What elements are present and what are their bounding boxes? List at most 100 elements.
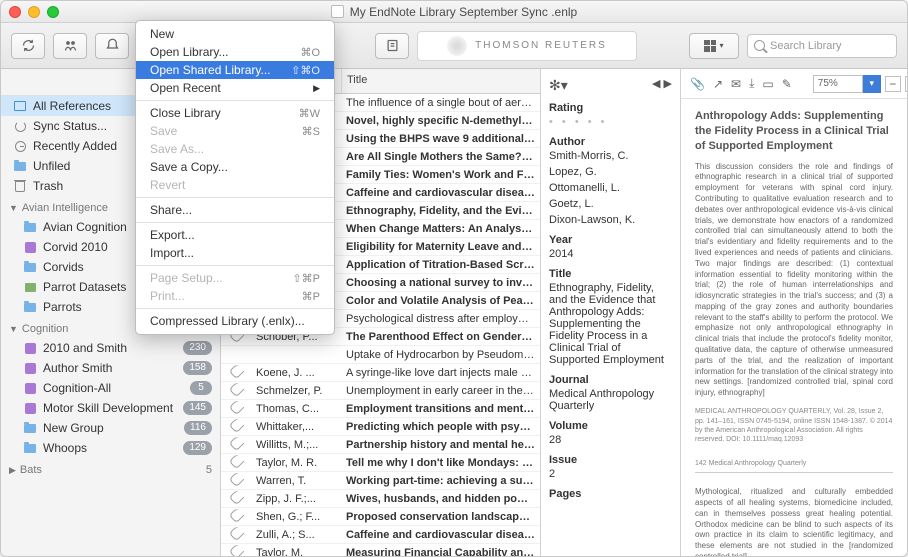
- issue-label: Issue: [549, 454, 672, 466]
- preview-title: Anthropology Adds: Supplementing the Fid…: [695, 109, 893, 154]
- paperclip-icon[interactable]: 📎: [689, 75, 706, 93]
- menu-item[interactable]: Save a Copy...: [136, 158, 334, 176]
- smart-icon: [25, 403, 36, 414]
- clock-icon: [15, 141, 26, 152]
- share-button[interactable]: [53, 33, 87, 59]
- journal-value: Medical Anthropology Quarterly: [549, 388, 672, 412]
- gear-icon[interactable]: ✻▾: [549, 77, 568, 94]
- note-icon[interactable]: ▭: [761, 75, 774, 93]
- paperclip-icon: [228, 471, 244, 487]
- list-row[interactable]: Taylor, M.Measuring Financial Capability…: [221, 544, 540, 556]
- window-title: My EndNote Library September Sync .enlp: [350, 5, 577, 19]
- pages-label: Pages: [549, 488, 672, 500]
- document-icon: [331, 5, 344, 18]
- menu-item[interactable]: Open Recent▶: [136, 79, 334, 97]
- list-row[interactable]: Uptake of Hydrocarbon by Pseudomonas flu: [221, 346, 540, 364]
- list-row[interactable]: Shen, G.; F...Proposed conservation land…: [221, 508, 540, 526]
- paperclip-icon: [228, 417, 244, 433]
- sidebar-item[interactable]: Motor Skill Development145: [1, 398, 220, 418]
- menu-item: Save⌘S: [136, 122, 334, 140]
- preview-toolbar: 📎 ↗ ✉ ⤓ ▭ ✎ 75% ▾ − +: [681, 69, 907, 99]
- preview-citation: MEDICAL ANTHROPOLOGY QUARTERLY, Vol. 28,…: [695, 407, 893, 445]
- menu-item[interactable]: Export...: [136, 226, 334, 244]
- menu-item: Page Setup...⇧⌘P: [136, 269, 334, 287]
- zoom-window[interactable]: [47, 6, 59, 18]
- list-row[interactable]: Koene, J. ...A syringe-like love dart in…: [221, 364, 540, 382]
- page-header: 142 Medical Anthropology Quarterly: [695, 459, 893, 473]
- author-value: Smith-Morris, C.: [549, 150, 672, 162]
- new-ref-button[interactable]: [375, 33, 409, 59]
- search-input[interactable]: Search Library: [747, 34, 897, 58]
- sidebar-item[interactable]: New Group116: [1, 418, 220, 438]
- paperclip-icon: [228, 381, 244, 397]
- minimize-window[interactable]: [28, 6, 40, 18]
- save-icon[interactable]: ⤓: [748, 75, 755, 93]
- zoom-dropdown[interactable]: ▾: [863, 75, 881, 93]
- sync-button[interactable]: [11, 33, 45, 59]
- list-row[interactable]: Zulli, A.; S...Caffeine and cardiovascul…: [221, 526, 540, 544]
- author-value: Ottomanelli, L.: [549, 182, 672, 194]
- sidebar-item[interactable]: Author Smith158: [1, 358, 220, 378]
- list-row[interactable]: Taylor, M. R.Tell me why I don't like Mo…: [221, 454, 540, 472]
- notify-button[interactable]: [95, 33, 129, 59]
- fold-icon: [24, 263, 36, 272]
- menu-item[interactable]: Open Library...⌘O: [136, 43, 334, 61]
- box-icon: [14, 101, 26, 111]
- zoom-select[interactable]: 75%: [813, 75, 863, 93]
- detail-nav[interactable]: ◀ ▶: [652, 77, 672, 94]
- menu-item: Print...⌘P: [136, 287, 334, 305]
- preview-para: Mythological, ritualized and culturally …: [695, 487, 893, 556]
- logo: THOMSON REUTERS: [417, 31, 637, 61]
- search-icon: [754, 40, 765, 51]
- sidebar-item[interactable]: 2010 and Smith230: [1, 338, 220, 358]
- list-row[interactable]: Warren, T.Working part-time: achieving a…: [221, 472, 540, 490]
- author-value: Goetz, L.: [549, 198, 672, 210]
- fold-icon: [24, 303, 36, 312]
- trash-icon: [15, 181, 25, 192]
- smart-icon: [25, 343, 36, 354]
- preview-abstract: This discussion considers the role and f…: [695, 162, 893, 400]
- highlight-icon[interactable]: ✎: [781, 75, 793, 93]
- zoom-out[interactable]: −: [885, 76, 901, 92]
- sync-icon: [15, 121, 26, 132]
- menu-item: Save As...: [136, 140, 334, 158]
- author-label: Author: [549, 136, 672, 148]
- paperclip-icon: [228, 507, 244, 523]
- detail-pane: ✻▾◀ ▶ Rating • • • • • Author Smith-Morr…: [541, 69, 681, 556]
- open-icon[interactable]: ↗: [712, 75, 724, 93]
- preview-pane: 📎 ↗ ✉ ⤓ ▭ ✎ 75% ▾ − + Anthropology Adds:…: [681, 69, 907, 556]
- smart-icon: [25, 242, 36, 253]
- menu-item[interactable]: Open Shared Library...⇧⌘O: [136, 61, 334, 79]
- col-title[interactable]: Title: [341, 69, 540, 93]
- menu-item[interactable]: Share...: [136, 201, 334, 219]
- list-row[interactable]: Whittaker,...Predicting which people wit…: [221, 418, 540, 436]
- list-row[interactable]: Willitts, M.;...Partnership history and …: [221, 436, 540, 454]
- file-menu[interactable]: NewOpen Library...⌘OOpen Shared Library.…: [135, 20, 335, 335]
- zoom-in[interactable]: +: [905, 76, 907, 92]
- list-row[interactable]: Thomas, C...Employment transitions and m…: [221, 400, 540, 418]
- paperclip-icon: [228, 543, 244, 556]
- fold-icon: [24, 444, 36, 453]
- close-window[interactable]: [9, 6, 21, 18]
- rating-value[interactable]: • • • • •: [549, 116, 672, 128]
- sidebar-item[interactable]: Cognition-All5: [1, 378, 220, 398]
- grp-icon: [25, 283, 36, 292]
- menu-item[interactable]: Close Library⌘W: [136, 104, 334, 122]
- paperclip-icon: [228, 363, 244, 379]
- layout-button[interactable]: ▾: [689, 33, 739, 59]
- menu-item[interactable]: New: [136, 25, 334, 43]
- list-row[interactable]: Zipp, J. F.;...Wives, husbands, and hidd…: [221, 490, 540, 508]
- list-row[interactable]: Schmelzer, P.Unemployment in early caree…: [221, 382, 540, 400]
- fold-icon: [24, 223, 36, 232]
- paperclip-icon: [228, 489, 244, 505]
- sidebar-item[interactable]: Whoops129: [1, 438, 220, 458]
- window-controls[interactable]: [9, 6, 59, 18]
- mail-icon[interactable]: ✉: [730, 75, 742, 93]
- menu-item[interactable]: Compressed Library (.enlx)...: [136, 312, 334, 330]
- year-label: Year: [549, 234, 672, 246]
- title-value: Ethnography, Fidelity, and the Evidence …: [549, 282, 672, 366]
- sidebar-group[interactable]: ▶Bats5: [1, 458, 220, 479]
- menu-item[interactable]: Import...: [136, 244, 334, 262]
- paperclip-icon: [228, 525, 244, 541]
- year-value: 2014: [549, 248, 672, 260]
